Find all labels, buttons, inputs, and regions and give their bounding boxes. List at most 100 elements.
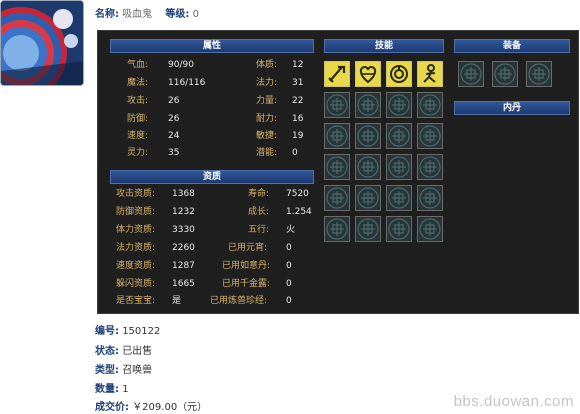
aptitude-header: 资质 <box>110 170 314 184</box>
info-status: 状态: 已出售 <box>95 346 152 358</box>
price-label: 成交价: <box>95 402 129 413</box>
spirit-label: 灵力: <box>127 148 149 158</box>
element-value: 火 <box>286 225 296 235</box>
empty-skill-slot[interactable] <box>324 154 350 180</box>
magic-label: 法力: <box>256 78 278 88</box>
magic-aptitude-label: 法力资质: <box>116 243 156 253</box>
empty-skill-slot[interactable] <box>417 154 443 180</box>
stamina-aptitude-label: 体力资质: <box>116 225 156 235</box>
speed-aptitude-label: 速度资质: <box>116 261 156 271</box>
constitution-label: 体质: <box>256 60 278 70</box>
is-baby-label: 是否宝宝: <box>116 296 156 306</box>
stamina-aptitude-value: 3330 <box>172 225 195 235</box>
quantity-label: 数量: <box>95 384 119 395</box>
strength-label: 力量: <box>256 96 278 106</box>
empty-skill-slot[interactable] <box>386 123 412 149</box>
price-value: ￥209.00（元） <box>132 402 208 413</box>
empty-equipment-slot[interactable] <box>526 61 552 87</box>
defense-label: 防御: <box>127 114 149 124</box>
used-lianshou-value: 0 <box>286 296 292 306</box>
speed-label: 速度: <box>127 131 149 141</box>
growth-value: 1.254 <box>286 207 312 217</box>
pet-header: 名称: 吸血鬼 等级: 0 <box>95 5 209 20</box>
constitution-value: 12 <box>292 60 304 70</box>
empty-skill-slot[interactable] <box>386 92 412 118</box>
agility-label: 敏捷: <box>256 131 278 141</box>
info-price: 成交价: ￥209.00（元） <box>95 402 207 414</box>
agility-value: 19 <box>292 131 304 141</box>
sword-skill-icon[interactable] <box>324 61 350 87</box>
attack-value: 26 <box>168 96 180 106</box>
empty-skill-slot[interactable] <box>386 154 412 180</box>
defense-value: 26 <box>168 114 180 124</box>
hp-value: 90/90 <box>168 60 194 70</box>
defense-aptitude-label: 防御资质: <box>116 207 156 217</box>
equipment-header: 装备 <box>454 39 570 53</box>
magic-aptitude-value: 2260 <box>172 243 195 253</box>
growth-label: 成长: <box>248 207 270 217</box>
empty-equipment-slot[interactable] <box>492 61 518 87</box>
empty-skill-slot[interactable] <box>355 185 381 211</box>
mp-value: 116/116 <box>168 78 206 88</box>
level-value: 0 <box>192 9 199 20</box>
pet-avatar <box>0 0 84 86</box>
heart-skill-icon[interactable] <box>355 61 381 87</box>
status-label: 状态: <box>95 346 119 357</box>
info-serial: 编号: 150122 <box>95 326 160 338</box>
used-lianshou-label: 已用炼兽珍经: <box>210 296 268 306</box>
empty-skill-slot[interactable] <box>417 92 443 118</box>
empty-skill-slot[interactable] <box>417 123 443 149</box>
status-value: 已出售 <box>122 346 153 357</box>
empty-skill-slot[interactable] <box>386 185 412 211</box>
type-value: 召唤兽 <box>122 365 153 376</box>
info-type: 类型: 召唤兽 <box>95 365 152 377</box>
hp-label: 气血: <box>127 60 149 70</box>
dodge-aptitude-label: 躲闪资质: <box>116 279 156 289</box>
empty-equipment-slot[interactable] <box>458 61 484 87</box>
type-label: 类型: <box>95 365 119 376</box>
defense-aptitude-value: 1232 <box>172 207 195 217</box>
empty-skill-slot[interactable] <box>386 216 412 242</box>
empty-skill-slot[interactable] <box>324 216 350 242</box>
mp-label: 魔法: <box>127 78 149 88</box>
used-ruyidan-value: 0 <box>286 261 292 271</box>
empty-skill-slot[interactable] <box>324 123 350 149</box>
empty-skill-slot[interactable] <box>355 123 381 149</box>
name-value: 吸血鬼 <box>122 9 153 20</box>
watermark: bbs.duowan.com <box>453 393 574 410</box>
lifespan-value: 7520 <box>286 189 309 199</box>
used-yuanxiao-label: 已用元宵: <box>228 243 268 253</box>
attack-label: 攻击: <box>127 96 149 106</box>
speed-aptitude-value: 1287 <box>172 261 195 271</box>
figure-skill-icon[interactable] <box>417 61 443 87</box>
empty-skill-slot[interactable] <box>324 92 350 118</box>
empty-skill-slot[interactable] <box>355 92 381 118</box>
potential-label: 潜能: <box>256 148 278 158</box>
endurance-label: 耐力: <box>256 114 278 124</box>
empty-skill-slot[interactable] <box>355 216 381 242</box>
empty-skill-slot[interactable] <box>355 154 381 180</box>
dodge-aptitude-value: 1665 <box>172 279 195 289</box>
attack-aptitude-value: 1368 <box>172 189 195 199</box>
serial-value: 150122 <box>122 326 161 337</box>
attack-aptitude-label: 攻击资质: <box>116 189 156 199</box>
magic-value: 31 <box>292 78 304 88</box>
lifespan-label: 寿命: <box>248 189 270 199</box>
swirl-skill-icon[interactable] <box>386 61 412 87</box>
empty-skill-slot[interactable] <box>417 216 443 242</box>
quantity-value: 1 <box>122 384 129 395</box>
is-baby-value: 是 <box>172 296 182 306</box>
spirit-value: 35 <box>168 148 180 158</box>
skills-grid <box>324 61 448 241</box>
attributes-header: 属性 <box>110 39 314 53</box>
endurance-value: 16 <box>292 114 304 124</box>
empty-skill-slot[interactable] <box>324 185 350 211</box>
used-ruyidan-label: 已用如意丹: <box>222 261 271 271</box>
name-label: 名称: <box>95 9 119 20</box>
info-quantity: 数量: 1 <box>95 384 129 396</box>
empty-skill-slot[interactable] <box>417 185 443 211</box>
pet-detail-panel: 属性 气血: 90/90 魔法: 116/116 攻击: 26 防御: 26 速… <box>97 30 579 314</box>
used-qianjinlu-value: 0 <box>286 279 292 289</box>
used-qianjinlu-label: 已用千金露: <box>222 279 271 289</box>
element-label: 五行: <box>248 225 270 235</box>
